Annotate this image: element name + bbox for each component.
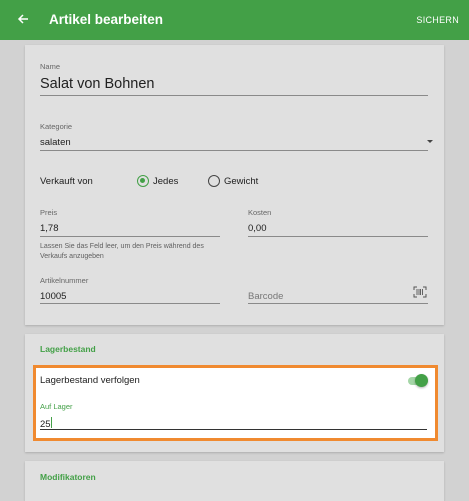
stock-label: Auf Lager: [40, 402, 73, 411]
price-label: Preis: [40, 208, 58, 217]
radio-each[interactable]: [137, 175, 149, 187]
category-select[interactable]: salaten: [40, 137, 71, 148]
cost-input[interactable]: 0,00: [248, 223, 267, 234]
inventory-section-title: Lagerbestand: [40, 344, 96, 354]
price-input[interactable]: 1,78: [40, 223, 59, 234]
page-title: Artikel bearbeiten: [49, 12, 164, 27]
sku-input[interactable]: 10005: [40, 291, 66, 302]
radio-weight[interactable]: [208, 175, 220, 187]
radio-each-label[interactable]: Jedes: [153, 176, 178, 187]
category-label: Kategorie: [40, 122, 73, 131]
app-bar: Artikel bearbeiten SICHERN: [0, 0, 469, 40]
modifiers-section-title: Modifikatoren: [40, 472, 96, 482]
barcode-input[interactable]: Barcode: [248, 291, 283, 302]
modifiers-card: Modifikatoren: [25, 461, 444, 501]
sku-underline: [40, 303, 220, 304]
chevron-down-icon[interactable]: [427, 140, 433, 143]
name-underline: [40, 95, 428, 96]
inventory-tracking-panel: Lagerbestand verfolgen Auf Lager 25: [33, 365, 438, 441]
barcode-underline: [248, 303, 428, 304]
name-input[interactable]: Salat von Bohnen: [40, 76, 154, 92]
save-button[interactable]: SICHERN: [416, 15, 459, 25]
cost-label: Kosten: [248, 208, 272, 217]
arrow-left-icon: [17, 14, 28, 24]
track-inventory-label: Lagerbestand verfolgen: [40, 375, 140, 386]
sold-by-label: Verkauft von: [40, 176, 93, 187]
barcode-scan-icon[interactable]: [413, 286, 427, 298]
category-underline: [40, 150, 428, 151]
price-hint: Lassen Sie das Feld leer, um den Preis w…: [40, 243, 204, 260]
sku-label: Artikelnummer: [40, 276, 89, 285]
price-underline: [40, 236, 220, 237]
stock-underline: [40, 429, 427, 430]
back-button[interactable]: [12, 8, 34, 30]
toggle-thumb[interactable]: [415, 374, 428, 387]
cost-underline: [248, 236, 428, 237]
radio-weight-label[interactable]: Gewicht: [224, 176, 258, 187]
name-label: Name: [40, 62, 61, 71]
item-details-card: Name Salat von Bohnen Kategorie salaten …: [25, 45, 444, 325]
